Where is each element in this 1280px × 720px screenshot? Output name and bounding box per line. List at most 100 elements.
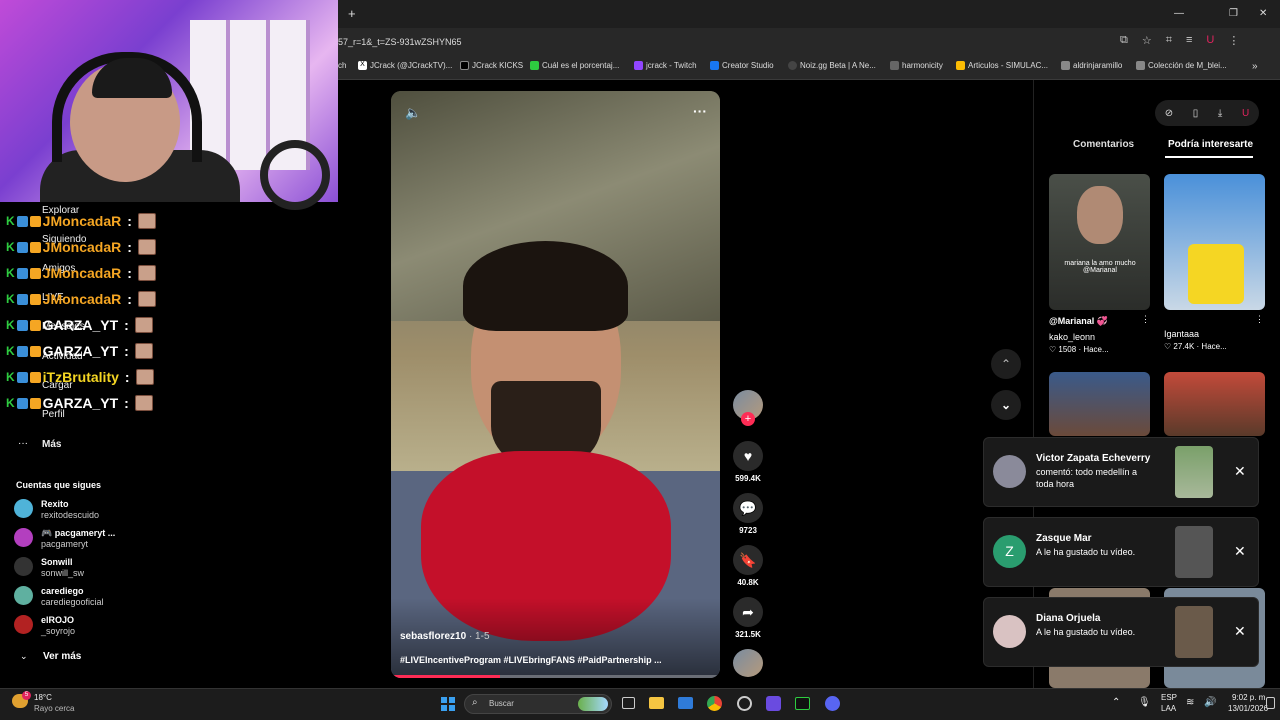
card-options-icon[interactable]: ⋮ (1141, 314, 1150, 325)
video-date: · 1-5 (468, 631, 490, 642)
close-icon[interactable]: ✕ (1234, 463, 1246, 480)
app-icon[interactable] (737, 696, 752, 711)
bookmark-item[interactable]: X JCrack (@JCrackTV)... (358, 61, 452, 70)
following-account[interactable]: carediego carediegooficial (14, 586, 104, 608)
new-tab-button[interactable]: + (348, 6, 356, 21)
clock-time[interactable]: 9:02 p. m. (1232, 693, 1268, 702)
notification-toast[interactable]: Victor Zapata Echeverry comentó: todo me… (983, 437, 1259, 507)
url-field[interactable]: 57_r=1&_t=ZS-931wZSHYN65 (338, 37, 462, 47)
extensions-icon[interactable]: ⌗ (1166, 34, 1172, 47)
tiktok-profile-icon[interactable]: U (1242, 108, 1249, 119)
windows-start-icon[interactable] (441, 697, 455, 711)
avatar (14, 557, 33, 576)
chat-username: GARZA_YT (42, 395, 119, 411)
file-explorer-icon[interactable] (649, 697, 664, 709)
following-account[interactable]: Rexito rexitodescuido (14, 499, 99, 521)
card-options-icon[interactable]: ⋮ (1255, 314, 1264, 325)
notification-avatar: Z (993, 535, 1026, 568)
kick-icon (530, 61, 539, 70)
clock-date[interactable]: 13/01/2026 (1228, 704, 1268, 713)
options-icon[interactable]: ··· (693, 103, 707, 119)
tray-chevron-icon[interactable]: ⌃ (1112, 697, 1120, 708)
chat-separator: : (127, 239, 132, 255)
profile-icon[interactable]: U (1206, 34, 1214, 47)
download-icon[interactable]: ⤓ (1218, 108, 1222, 119)
twitch-icon (634, 61, 643, 70)
nav-more[interactable]: Más (42, 439, 61, 450)
crown-badge-icon (29, 319, 41, 331)
video-card[interactable] (1049, 372, 1150, 436)
notification-toast[interactable]: Z Zasque Mar A le ha gustado tu vídeo. ✕ (983, 517, 1259, 587)
share-icon[interactable]: ➦ (733, 597, 763, 627)
wifi-icon[interactable]: ≋ (1186, 697, 1194, 708)
bookmark-item[interactable]: Articulos - SIMULAC... (956, 61, 1048, 70)
close-icon[interactable]: ✕ (1234, 543, 1246, 560)
terminal-icon[interactable] (795, 697, 810, 710)
notification-toast[interactable]: Diana Orjuela A le ha gustado tu vídeo. … (983, 597, 1259, 667)
chat-message: K JMoncadaR: (6, 263, 156, 283)
bookmark-item[interactable]: Cuál es el porcentaj... (530, 61, 619, 70)
video-progress-bar[interactable] (391, 675, 720, 678)
following-account[interactable]: 🎮 pacgameryt ... pacgameryt (14, 528, 115, 550)
media-icon[interactable]: ≡ (1186, 34, 1192, 47)
menu-icon[interactable]: ⋮ (1228, 34, 1239, 47)
card-user[interactable]: kako_leonn (1049, 332, 1095, 342)
bookmark-item[interactable]: Colección de M_blei... (1136, 61, 1227, 70)
scroll-down-icon[interactable]: ⌄ (991, 390, 1021, 420)
chat-separator: : (124, 343, 129, 359)
video-caption[interactable]: #LIVEIncentiveProgram #LIVEbringFANS #Pa… (400, 655, 662, 665)
account-name: 🎮 pacgameryt ... (41, 528, 116, 538)
comment-icon[interactable]: 💬 (733, 493, 763, 523)
microphone-icon[interactable]: 🎙 (1138, 697, 1151, 708)
see-more-link[interactable]: Ver más (43, 651, 81, 662)
restore-icon[interactable]: ❐ (1229, 8, 1238, 19)
following-account[interactable]: Sonwill sonwill_sw (14, 557, 84, 579)
bookmark-item[interactable]: Noiz.gg Beta | A Ne... (788, 61, 876, 70)
bookmark-star-icon[interactable]: ☆ (1142, 34, 1152, 47)
bookmark-item[interactable]: Creator Studio (710, 61, 774, 70)
chat-separator: : (127, 265, 132, 281)
search-icon: ⌕ (472, 697, 478, 708)
minimize-icon[interactable]: — (1174, 8, 1184, 19)
task-view-icon[interactable] (622, 697, 635, 709)
video-author[interactable]: sebasflorez10 · 1-5 (400, 631, 490, 642)
chat-separator: : (124, 317, 129, 333)
chrome-icon[interactable] (707, 696, 722, 711)
like-icon[interactable]: ♥ (733, 441, 763, 471)
bookmark-item[interactable]: harmonicity (890, 61, 943, 70)
install-icon[interactable]: ⧉ (1120, 34, 1128, 47)
following-account[interactable]: elROJO _soyrojo (14, 615, 75, 637)
bookmark-item[interactable]: JCrack KICKS (460, 61, 523, 70)
bookmark-item[interactable]: ch (338, 61, 346, 70)
close-window-icon[interactable]: ✕ (1259, 8, 1267, 19)
card-user[interactable]: Igantaaa (1164, 329, 1199, 339)
language-indicator[interactable]: ESP (1161, 693, 1177, 702)
compass-icon[interactable]: ⊘ (1165, 108, 1173, 119)
tab-comments[interactable]: Comentarios (1073, 139, 1134, 150)
device-icon[interactable]: ▯ (1193, 108, 1199, 119)
card-likes: ♡ 1508 (1049, 345, 1077, 354)
close-icon[interactable]: ✕ (1234, 623, 1246, 640)
video-card[interactable]: mariana la amo mucho @Marianal (1049, 174, 1150, 310)
notification-center-icon[interactable] (1266, 697, 1275, 709)
follow-plus-icon[interactable]: + (741, 412, 755, 426)
sound-disc-icon[interactable] (733, 649, 763, 677)
tab-recommended[interactable]: Podría interesarte (1168, 139, 1253, 150)
volume-tray-icon[interactable]: 🔊 (1204, 697, 1216, 708)
video-card[interactable] (1164, 174, 1265, 310)
bookmark-icon[interactable]: 🔖 (733, 545, 763, 575)
discord-icon[interactable] (825, 696, 840, 711)
kick-badge-icon: K (6, 396, 15, 410)
outlook-icon[interactable] (678, 697, 693, 709)
bookmark-item[interactable]: jcrack - Twitch (634, 61, 697, 70)
volume-icon[interactable]: 🔈 (405, 105, 421, 121)
bookmark-item[interactable]: aldrinjaramillo (1061, 61, 1122, 70)
video-card[interactable] (1164, 372, 1265, 436)
app-grid-icon[interactable] (766, 696, 781, 711)
kick-badge-icon: K (6, 344, 15, 358)
video-player[interactable]: 🔈 ··· sebasflorez10 · 1-5 #LIVEIncentive… (391, 91, 720, 678)
author-avatar-button[interactable]: + (733, 390, 763, 426)
bookmarks-more[interactable]: » (1252, 61, 1258, 72)
notification-message: A le ha gustado tu vídeo. (1036, 547, 1136, 557)
scroll-up-icon[interactable]: ⌃ (991, 349, 1021, 379)
